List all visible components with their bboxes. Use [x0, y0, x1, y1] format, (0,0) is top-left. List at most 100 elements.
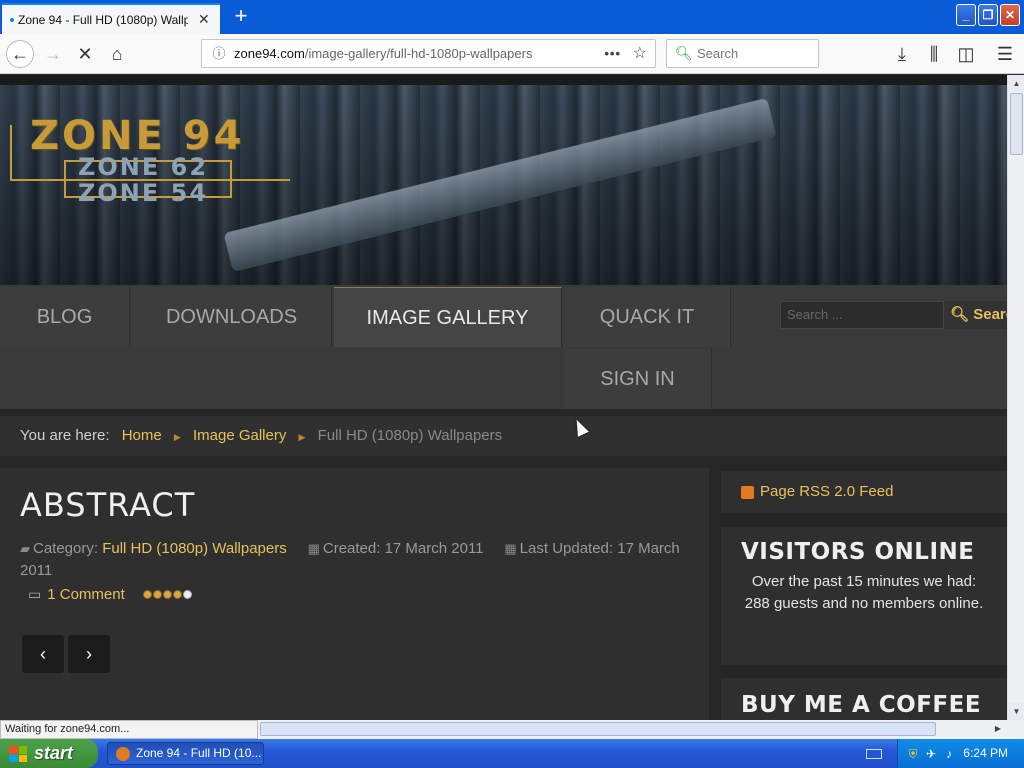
scroll-up-icon[interactable]: ▲	[1008, 75, 1024, 92]
status-bar: Waiting for zone94.com...	[0, 720, 258, 739]
browser-tab[interactable]: Zone 94 - Full HD (1080p) Wallpap ✕	[2, 3, 220, 34]
loading-indicator-icon	[10, 18, 14, 22]
close-tab-icon[interactable]: ✕	[198, 12, 212, 26]
search-icon: 🔍︎	[950, 306, 970, 323]
folder-icon: ▰	[20, 541, 30, 556]
navigation-toolbar: ← → ✕ ⌂ ⓘ zone94.com/image-gallery/full-…	[0, 34, 1024, 74]
start-button[interactable]: start	[0, 739, 98, 768]
menu-item-sign-in[interactable]: SIGN IN	[564, 349, 712, 409]
article-title: ABSTRACT	[20, 486, 196, 524]
category-link[interactable]: Full HD (1080p) Wallpapers	[102, 540, 287, 557]
keyboard-icon[interactable]	[866, 749, 882, 759]
banner-monorail-image	[223, 97, 777, 273]
comments-link[interactable]: 1 Comment	[47, 586, 125, 603]
calendar-icon: ▦	[504, 541, 517, 556]
main-menu: BLOG DOWNLOADS IMAGE GALLERY QUACK IT SI…	[0, 285, 1007, 409]
breadcrumb: You are here: Home ▶ Image Gallery ▶ Ful…	[0, 416, 1007, 456]
breadcrumb-prefix: You are here:	[20, 427, 110, 444]
rating-dot-icon[interactable]	[182, 590, 192, 599]
created-date: Created: 17 March 2011	[322, 540, 484, 557]
visitors-title: VISITORS ONLINE	[741, 539, 975, 565]
banner-top-strip	[0, 75, 1007, 85]
rating-dot-icon[interactable]	[152, 590, 162, 599]
menu-item-downloads[interactable]: DOWNLOADS	[132, 287, 332, 347]
hscroll-thumb[interactable]	[260, 722, 936, 736]
url-text[interactable]: zone94.com/image-gallery/full-hd-1080p-w…	[234, 40, 532, 67]
browser-tab-strip: Zone 94 - Full HD (1080p) Wallpap ✕ + _ …	[0, 0, 1024, 34]
calendar-icon: ▦	[307, 541, 320, 556]
rss-icon	[741, 485, 754, 499]
menu-item-quack-it[interactable]: QUACK IT	[564, 287, 731, 347]
home-button[interactable]: ⌂	[104, 41, 130, 67]
minimize-button[interactable]: _	[956, 4, 976, 26]
system-tray: ⛨ ✈ ♪ 6:24 PM	[897, 739, 1024, 768]
volume-icon[interactable]: ♪	[942, 747, 956, 761]
browser-search-input[interactable]: 🔍︎ Search	[666, 39, 819, 68]
breadcrumb-separator-icon: ▶	[298, 432, 306, 442]
article-meta: ▰ Category: Full HD (1080p) Wallpapers ▦ C…	[20, 538, 690, 582]
scroll-right-icon[interactable]: ▶	[991, 722, 1005, 736]
forward-button[interactable]: →	[40, 41, 66, 67]
vertical-scrollbar[interactable]: ▲ ▼	[1007, 75, 1024, 720]
menu-item-image-gallery[interactable]: IMAGE GALLERY	[334, 287, 562, 347]
logo-subtitle-1: ZONE 62	[78, 153, 209, 181]
previous-button[interactable]: ‹	[22, 635, 64, 673]
rss-label: Page RSS 2.0 Feed	[760, 483, 894, 500]
sidebar-icon[interactable]: ◫	[953, 41, 979, 67]
scroll-down-icon[interactable]: ▼	[1008, 703, 1024, 720]
taskbar-firefox-button[interactable]: Zone 94 - Full HD (10...	[107, 742, 264, 765]
breadcrumb-separator-icon: ▶	[173, 432, 181, 442]
taskbar: start Zone 94 - Full HD (10... ⛨ ✈ ♪ 6:2…	[0, 739, 1024, 768]
downloads-icon[interactable]: ⤓	[889, 41, 915, 67]
taskbar-button-label: Zone 94 - Full HD (10...	[136, 746, 262, 760]
comment-icon: ▭	[28, 586, 42, 602]
security-shield-icon[interactable]: ⛨	[906, 747, 920, 761]
window-controls: _ ❐ ✕	[956, 4, 1020, 26]
breadcrumb-current: Full HD (1080p) Wallpapers	[317, 427, 503, 444]
breadcrumb-gallery-link[interactable]: Image Gallery	[193, 427, 286, 444]
start-label: start	[34, 743, 74, 763]
web-page: ZONE 94 ZONE 62 ZONE 54 BLOG DOWNLOADS I…	[0, 75, 1007, 720]
article: ABSTRACT ▰ Category: Full HD (1080p) Wall…	[0, 468, 709, 720]
new-tab-button[interactable]: +	[228, 4, 254, 30]
menu-icon[interactable]: ☰	[992, 41, 1018, 67]
breadcrumb-home-link[interactable]: Home	[122, 427, 162, 444]
search-icon: 🔍︎	[675, 45, 693, 61]
next-button[interactable]: ›	[68, 635, 110, 673]
library-icon[interactable]: ⫼	[921, 41, 947, 67]
scrollbar-corner	[1007, 720, 1024, 739]
clock: 6:24 PM	[963, 746, 1008, 760]
address-bar[interactable]: ⓘ zone94.com/image-gallery/full-hd-1080p…	[201, 39, 656, 68]
rating-dot-icon[interactable]	[142, 590, 152, 599]
tab-title: Zone 94 - Full HD (1080p) Wallpap	[18, 12, 188, 27]
back-button[interactable]: ←	[6, 40, 34, 68]
rating-stars[interactable]	[142, 590, 192, 599]
rating-dot-icon[interactable]	[162, 590, 172, 599]
bookmark-star-icon[interactable]: ☆	[633, 40, 647, 67]
rating-dot-icon[interactable]	[172, 590, 182, 599]
restore-button[interactable]: ❐	[978, 4, 998, 26]
windows-logo-icon	[9, 746, 27, 762]
menu-item-blog[interactable]: BLOG	[0, 287, 130, 347]
page-actions-icon[interactable]: •••	[604, 40, 621, 67]
site-banner: ZONE 94 ZONE 62 ZONE 54	[0, 85, 1007, 285]
close-window-button[interactable]: ✕	[1000, 4, 1020, 26]
stop-button[interactable]: ✕	[72, 41, 98, 67]
coffee-title: BUY ME A COFFEE	[741, 692, 982, 718]
scroll-thumb[interactable]	[1010, 93, 1023, 155]
category-label: Category:	[33, 540, 99, 557]
network-icon[interactable]: ✈	[924, 747, 938, 761]
rss-feed-link[interactable]: Page RSS 2.0 Feed	[721, 471, 1007, 513]
search-placeholder: Search	[697, 46, 739, 61]
logo-subtitle-2: ZONE 54	[78, 179, 209, 207]
search-button-label: Search	[973, 306, 1007, 323]
visitors-online-widget: VISITORS ONLINE Over the past 15 minutes…	[721, 527, 1007, 665]
site-info-icon[interactable]: ⓘ	[210, 40, 228, 67]
horizontal-scrollbar[interactable]: ▶	[258, 720, 1007, 739]
buy-coffee-widget: BUY ME A COFFEE	[721, 678, 1007, 720]
firefox-icon	[116, 747, 130, 761]
site-search-input[interactable]: Search ...	[780, 301, 944, 329]
site-search-button[interactable]: 🔍︎ Search	[944, 301, 1007, 329]
visitors-text: Over the past 15 minutes we had: 288 gue…	[744, 573, 984, 612]
comments-row: ▭ 1 Comment	[28, 586, 192, 603]
